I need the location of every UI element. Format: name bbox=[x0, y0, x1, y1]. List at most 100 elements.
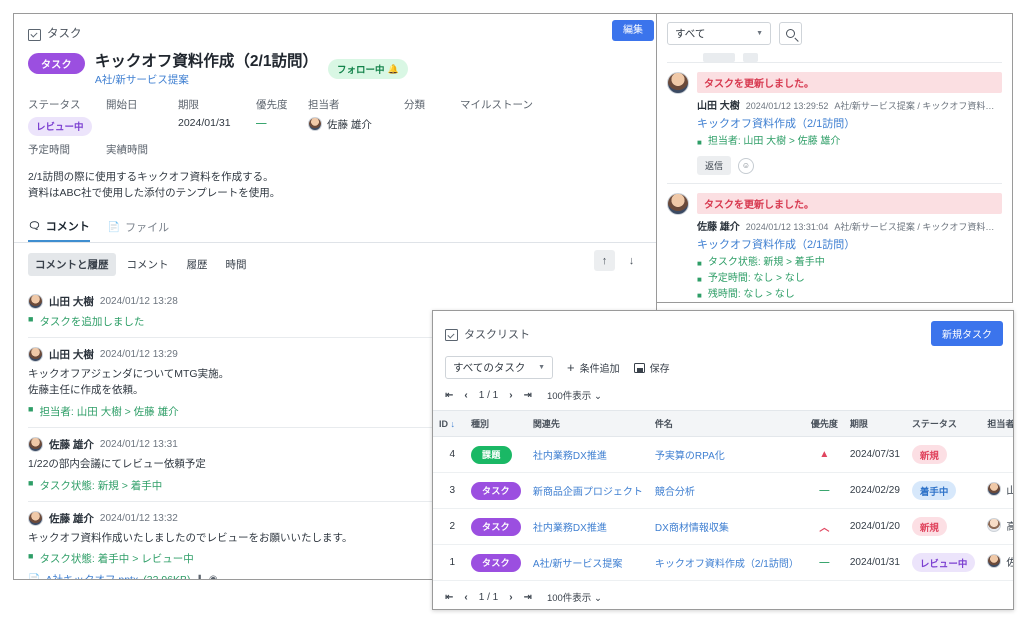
per-page-label: 100件表示 bbox=[546, 391, 592, 402]
download-icon[interactable]: ⬇ bbox=[196, 574, 204, 579]
comment-header: 山田 大樹 2024/01/12 13:28 bbox=[28, 294, 642, 310]
value-assignee[interactable]: 佐藤 雄介 bbox=[308, 117, 404, 136]
avatar bbox=[667, 72, 689, 94]
sort-desc-icon: ↓ bbox=[450, 418, 456, 429]
cell-due: 2024/01/20 bbox=[843, 508, 906, 545]
more-options-icon[interactable]: ◉ bbox=[209, 574, 218, 579]
chevron-down-icon: ⌄ bbox=[593, 593, 602, 604]
subtab-time[interactable]: 時間 bbox=[219, 253, 254, 276]
next-page-icon[interactable]: › bbox=[509, 390, 512, 401]
per-page-selector[interactable]: 100件表示 ⌄ bbox=[547, 590, 602, 604]
save-button[interactable]: 保存 bbox=[633, 360, 670, 375]
per-page-label: 100件表示 bbox=[546, 593, 592, 604]
column-header-assignee[interactable]: 担当者 bbox=[981, 410, 1013, 437]
change-text: 担当者: 山田 大樹 > 佐藤 雄介 bbox=[707, 136, 841, 147]
activity-filter-select[interactable]: すべて ▼ bbox=[667, 22, 771, 45]
change-entry: ■ 担当者: 山田 大樹 > 佐藤 雄介 bbox=[697, 134, 1002, 150]
follow-status-badge[interactable]: フォロー中 🔔 bbox=[327, 59, 408, 79]
cell-priority: — bbox=[804, 472, 844, 509]
change-text: タスクを追加しました bbox=[39, 316, 145, 329]
breadcrumb[interactable]: タスク bbox=[14, 14, 656, 41]
cell-id: 2 bbox=[433, 508, 466, 545]
prev-page-icon[interactable]: ‹ bbox=[464, 390, 467, 401]
task-project-link[interactable]: A社/新サービス提案 bbox=[95, 72, 318, 87]
arrow-down-icon[interactable]: ↓ bbox=[621, 250, 642, 271]
table-row[interactable]: 3 タスク 新商品企画プロジェクト 競合分析 — 2024/02/29 着手中 bbox=[433, 472, 1013, 509]
column-header-status[interactable]: ステータス bbox=[905, 410, 982, 437]
value-status[interactable]: レビュー中 bbox=[28, 116, 106, 136]
edit-button-wrap: 編集 bbox=[612, 20, 654, 41]
description-line-1: 2/1訪問の際に使用するキックオフ資料を作成する。 bbox=[28, 170, 274, 183]
attachment-file-icon: 📄 bbox=[28, 574, 41, 580]
emoji-reaction-icon[interactable]: ☺ bbox=[738, 157, 755, 174]
reply-button[interactable]: 返信 bbox=[697, 156, 732, 175]
kind-chip: タスク bbox=[471, 481, 521, 500]
activity-panel: すべて ▼ タスクを更新しました。 山田 大樹 2024/01/12 13:29 bbox=[657, 13, 1013, 303]
assignee-name: 山田 大樹 bbox=[1006, 482, 1013, 497]
activity-task-link[interactable]: キックオフ資料作成（2/1訪問） bbox=[697, 236, 1002, 252]
next-page-icon[interactable]: › bbox=[509, 592, 512, 603]
column-header-id[interactable]: ID ↓ bbox=[433, 410, 466, 437]
subtab-comments[interactable]: コメント bbox=[120, 253, 176, 276]
tasklist-filter-select[interactable]: すべてのタスク ▼ bbox=[445, 356, 553, 379]
activity-feed[interactable]: タスクを更新しました。 山田 大樹 2024/01/12 13:29:52 A社… bbox=[657, 51, 1012, 301]
file-icon: 📄 bbox=[107, 221, 121, 233]
cell-name[interactable]: キックオフ資料作成（2/1訪問） bbox=[648, 544, 805, 581]
cell-id: 4 bbox=[433, 436, 466, 473]
avatar bbox=[987, 482, 1002, 497]
value-category[interactable] bbox=[404, 117, 460, 136]
column-header-name[interactable]: 件名 bbox=[648, 410, 805, 437]
task-meta-grid-2: 予定時間 実績時間 bbox=[14, 136, 656, 157]
cell-related[interactable]: 新商品企画プロジェクト bbox=[526, 472, 649, 509]
column-header-related[interactable]: 関連先 bbox=[526, 410, 649, 437]
label-assignee: 担当者 bbox=[308, 98, 340, 111]
last-page-icon[interactable]: ⇥ bbox=[524, 592, 532, 603]
last-page-icon[interactable]: ⇥ bbox=[524, 390, 532, 401]
per-page-selector[interactable]: 100件表示 ⌄ bbox=[547, 388, 602, 402]
plus-icon: + bbox=[567, 360, 575, 375]
avatar bbox=[28, 294, 43, 310]
tab-file-label: ファイル bbox=[125, 222, 170, 235]
add-condition-button[interactable]: + 条件追加 bbox=[567, 360, 620, 375]
value-milestone[interactable] bbox=[460, 117, 642, 136]
bullet-icon: ■ bbox=[28, 403, 34, 414]
cell-name[interactable]: 予実算のRPA化 bbox=[648, 436, 805, 473]
first-page-icon[interactable]: ⇤ bbox=[445, 390, 453, 401]
chevron-down-icon: ▼ bbox=[756, 30, 763, 37]
label-actual-time: 実績時間 bbox=[106, 143, 148, 156]
cell-name[interactable]: 競合分析 bbox=[648, 472, 805, 509]
column-header-due[interactable]: 期限 bbox=[843, 410, 906, 437]
label-category: 分類 bbox=[404, 98, 425, 111]
table-row[interactable]: 1 タスク A社/新サービス提案 キックオフ資料作成（2/1訪問） — 2024… bbox=[433, 544, 1013, 581]
value-start-date[interactable] bbox=[106, 117, 178, 136]
edit-button[interactable]: 編集 bbox=[612, 20, 654, 41]
search-button[interactable] bbox=[779, 22, 802, 45]
activity-task-link[interactable]: キックオフ資料作成（2/1訪問） bbox=[697, 115, 1002, 131]
column-header-kind[interactable]: 種別 bbox=[465, 410, 527, 437]
cell-assignee: 山田 大樹 bbox=[981, 472, 1013, 509]
cell-related[interactable]: A社/新サービス提案 bbox=[526, 544, 649, 581]
tasklist-breadcrumb[interactable]: タスクリスト bbox=[445, 326, 530, 342]
table-row[interactable]: 4 課題 社内業務DX推進 予実算のRPA化 ▲ 2024/07/31 新規 bbox=[433, 436, 1013, 473]
subtab-comments-and-history[interactable]: コメントと履歴 bbox=[28, 253, 116, 277]
cell-id: 3 bbox=[433, 472, 466, 509]
table-row[interactable]: 2 タスク 社内業務DX推進 DX商材情報収集 ︿ 2024/01/20 新規 bbox=[433, 508, 1013, 545]
cell-related[interactable]: 社内業務DX推進 bbox=[526, 436, 649, 473]
prev-page-icon[interactable]: ‹ bbox=[464, 592, 467, 603]
value-priority[interactable]: — bbox=[256, 117, 308, 136]
subtab-history[interactable]: 履歴 bbox=[180, 253, 215, 276]
column-header-priority[interactable]: 優先度 bbox=[804, 410, 844, 437]
activity-path: A社/新サービス提案 / キックオフ資料作成（2/1訪… bbox=[834, 222, 1002, 232]
change-entry: ■ 予定時間: なし > なし bbox=[697, 271, 1002, 287]
attachment-link[interactable]: A社キックオフ.pptx bbox=[45, 572, 138, 579]
cell-related[interactable]: 社内業務DX推進 bbox=[526, 508, 649, 545]
status-badge: レビュー中 bbox=[28, 116, 92, 136]
value-due-date[interactable]: 2024/01/31 bbox=[178, 117, 256, 136]
arrow-up-icon[interactable]: ↑ bbox=[594, 250, 615, 272]
tab-file[interactable]: 📄 ファイル bbox=[108, 218, 169, 242]
cell-name[interactable]: DX商材情報収集 bbox=[648, 508, 805, 545]
new-task-button[interactable]: 新規タスク bbox=[931, 321, 1003, 346]
first-page-icon[interactable]: ⇤ bbox=[445, 592, 453, 603]
tab-comment[interactable]: 🗨 コメント bbox=[28, 218, 90, 243]
activity-actions: 返信 ☺ bbox=[697, 156, 1002, 175]
